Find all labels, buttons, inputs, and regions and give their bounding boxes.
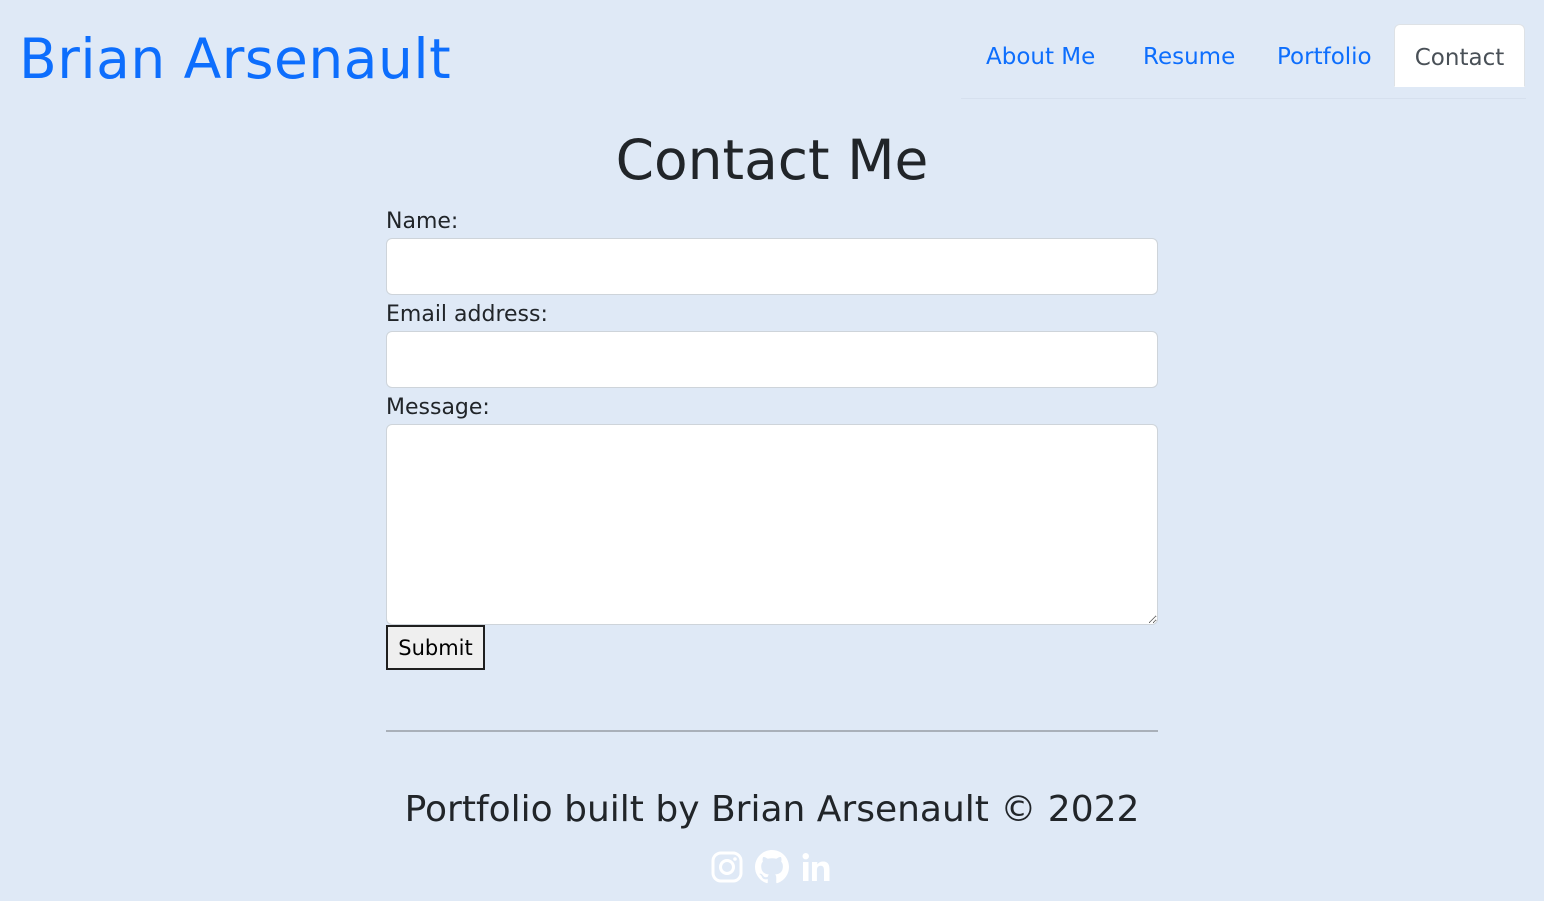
nav-contact[interactable]: Contact	[1394, 24, 1525, 87]
name-label: Name:	[386, 209, 459, 234]
brand-link[interactable]: Brian Arsenault	[19, 26, 451, 92]
nav-resume[interactable]: Resume	[1143, 24, 1235, 87]
message-label: Message:	[386, 395, 490, 420]
main-nav: About Me Resume Portfolio Contact	[961, 24, 1526, 99]
github-icon[interactable]	[755, 850, 789, 884]
name-input[interactable]	[386, 238, 1158, 295]
email-input[interactable]	[386, 331, 1158, 388]
footer-credit: Portfolio built by Brian Arsenault © 202…	[404, 789, 1140, 830]
instagram-icon[interactable]	[710, 850, 744, 884]
footer-divider	[386, 730, 1158, 732]
social-links	[710, 850, 834, 886]
nav-portfolio[interactable]: Portfolio	[1277, 24, 1372, 87]
linkedin-icon[interactable]	[800, 850, 834, 884]
email-label: Email address:	[386, 302, 548, 327]
submit-button[interactable]: Submit	[386, 625, 485, 670]
nav-about-me[interactable]: About Me	[986, 24, 1095, 87]
page-title: Contact Me	[615, 128, 929, 192]
message-textarea[interactable]	[386, 424, 1158, 625]
